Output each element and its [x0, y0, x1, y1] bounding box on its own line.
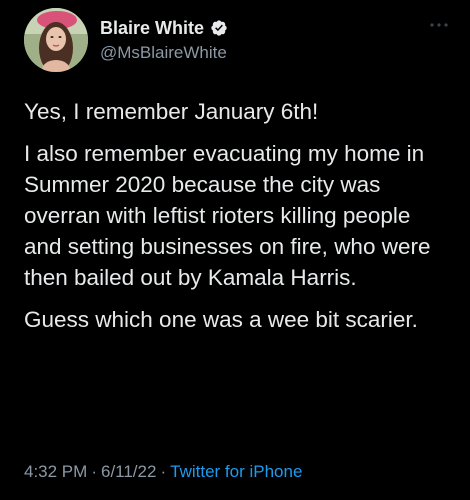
meta-separator: · [160, 462, 167, 481]
verified-badge-icon [210, 19, 228, 37]
display-name[interactable]: Blaire White [100, 17, 204, 39]
tweet-source-link[interactable]: Twitter for iPhone [170, 462, 302, 481]
meta-separator: · [91, 462, 97, 481]
tweet-time[interactable]: 4:32 PM [24, 462, 87, 481]
tweet-paragraph: I also remember evacuating my home in Su… [24, 141, 431, 290]
tweet-card: Blaire White @MsBlaireWhite Yes, I remem… [0, 0, 470, 500]
tweet-paragraph: Yes, I remember January 6th! [24, 99, 319, 124]
tweet-meta: 4:32 PM · 6/11/22 · Twitter for iPhone [24, 460, 302, 484]
tweet-paragraph: Guess which one was a wee bit scarier. [24, 307, 418, 332]
tweet-date[interactable]: 6/11/22 [101, 462, 156, 481]
handle[interactable]: @MsBlaireWhite [100, 42, 228, 64]
more-horizontal-icon[interactable] [428, 18, 450, 32]
tweet-text: Yes, I remember January 6th! I also reme… [24, 96, 454, 346]
tweet-header: Blaire White @MsBlaireWhite [24, 8, 454, 76]
avatar[interactable] [24, 8, 88, 72]
